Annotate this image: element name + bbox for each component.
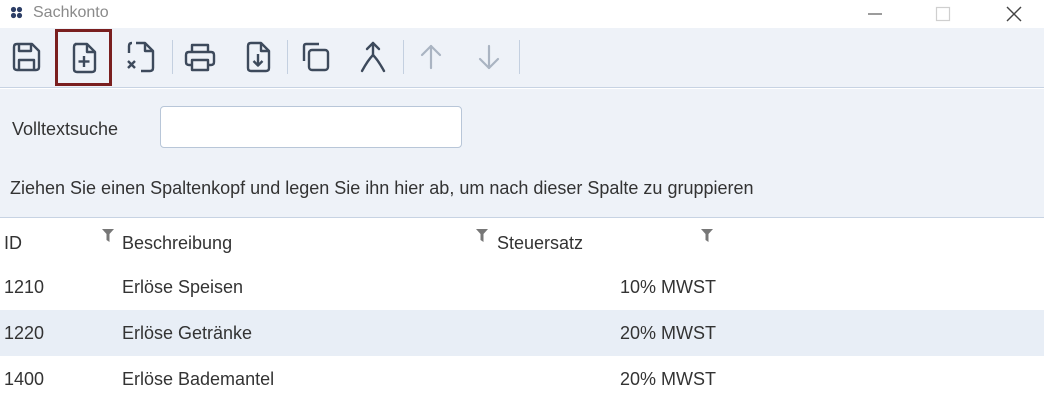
- new-document-icon: [72, 42, 96, 73]
- column-header-steuersatz[interactable]: Steuersatz: [497, 233, 583, 254]
- print-button[interactable]: [180, 34, 220, 80]
- cell-id: 1220: [4, 323, 45, 343]
- save-icon: [12, 42, 41, 72]
- merge-icon: [360, 41, 386, 73]
- filter-icon[interactable]: [476, 229, 488, 243]
- save-button[interactable]: [6, 34, 46, 80]
- toolbar: [0, 28, 1044, 88]
- arrow-up-icon: [420, 44, 442, 70]
- cell-id: 1210: [4, 277, 45, 297]
- grid-header: ID Beschreibung Steuersatz: [0, 219, 1044, 264]
- table-row[interactable]: 1210 Erlöse Speisen 10% MWST: [0, 264, 1044, 310]
- arrow-down-icon: [478, 44, 500, 70]
- close-icon: [1006, 6, 1022, 22]
- cell-steuersatz: 10% MWST: [619, 277, 716, 297]
- toolbar-separator: [172, 40, 173, 74]
- cell-beschreibung: Erlöse Bademantel: [122, 369, 275, 389]
- maximize-icon: [935, 6, 951, 22]
- title-bar: Sachkonto: [0, 0, 1044, 28]
- search-input[interactable]: [160, 106, 462, 148]
- search-panel: Volltextsuche Ziehen Sie einen Spaltenko…: [0, 89, 1044, 218]
- minimize-button[interactable]: [852, 0, 898, 28]
- printer-icon: [184, 43, 216, 72]
- copy-icon: [302, 42, 330, 72]
- delete-button[interactable]: [120, 34, 160, 80]
- data-grid: ID Beschreibung Steuersatz 1210 Erlöse S…: [0, 219, 1044, 402]
- table-row[interactable]: 1220 Erlöse Getränke 20% MWST: [0, 310, 1044, 356]
- window-title: Sachkonto: [33, 4, 109, 21]
- app-icon: [10, 6, 23, 19]
- move-up-button[interactable]: [411, 34, 451, 80]
- toolbar-separator: [287, 40, 288, 74]
- export-button[interactable]: [238, 34, 278, 80]
- close-button[interactable]: [991, 0, 1037, 28]
- toolbar-separator: [403, 40, 404, 74]
- move-down-button[interactable]: [469, 34, 509, 80]
- cell-steuersatz: 20% MWST: [619, 323, 716, 343]
- merge-button[interactable]: [353, 34, 393, 80]
- column-header-id[interactable]: ID: [4, 233, 22, 254]
- cell-beschreibung: Erlöse Speisen: [122, 277, 244, 297]
- filter-icon[interactable]: [102, 229, 114, 243]
- delete-document-icon: [127, 41, 155, 73]
- column-header-beschreibung[interactable]: Beschreibung: [122, 233, 232, 254]
- cell-id: 1400: [4, 369, 45, 389]
- minimize-icon: [868, 13, 882, 15]
- copy-button[interactable]: [295, 34, 335, 80]
- filter-icon[interactable]: [701, 229, 713, 243]
- maximize-button[interactable]: [920, 0, 966, 28]
- new-button[interactable]: [55, 29, 112, 86]
- cell-steuersatz: 20% MWST: [619, 369, 716, 389]
- group-drop-hint[interactable]: Ziehen Sie einen Spaltenkopf und legen S…: [10, 178, 754, 199]
- search-label: Volltextsuche: [12, 119, 119, 139]
- table-row[interactable]: 1400 Erlöse Bademantel 20% MWST: [0, 356, 1044, 402]
- download-document-icon: [246, 41, 271, 73]
- cell-beschreibung: Erlöse Getränke: [122, 323, 253, 343]
- toolbar-separator: [519, 40, 520, 74]
